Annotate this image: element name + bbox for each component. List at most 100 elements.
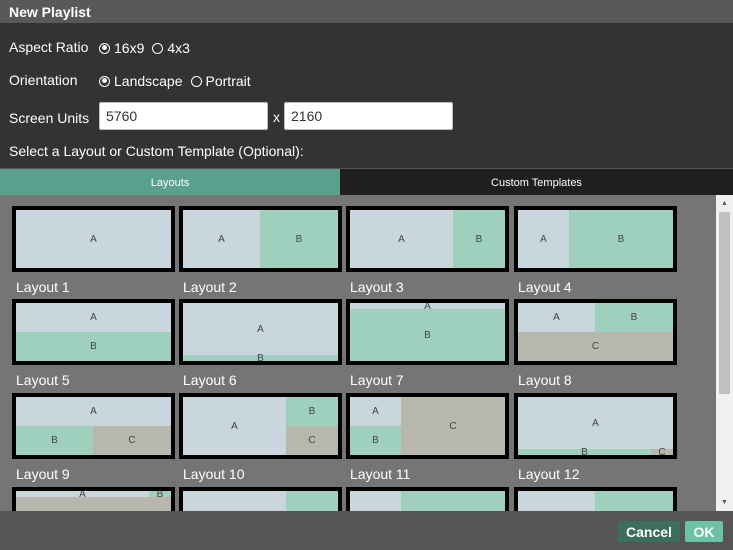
layout-grid: A Layout 1 A B Layout 2 A B Layout 3 A B… bbox=[0, 195, 716, 511]
layout-label: Layout 6 bbox=[183, 372, 237, 388]
zone-b: B bbox=[595, 303, 673, 332]
layout-card-3[interactable]: A B Layout 3 bbox=[346, 206, 509, 295]
screen-units-height-input[interactable] bbox=[284, 102, 453, 130]
zone-a: A bbox=[518, 210, 569, 268]
layout-label: Layout 2 bbox=[183, 279, 237, 295]
layout-grid-scrollbar[interactable]: ▲ ▼ bbox=[716, 195, 733, 511]
layout-thumbnail: A B bbox=[12, 299, 175, 365]
scroll-up-arrow-icon[interactable]: ▲ bbox=[716, 195, 733, 212]
zone-b: B bbox=[350, 426, 401, 455]
zone-b: B bbox=[453, 210, 505, 268]
zone-a: A bbox=[518, 303, 595, 332]
layout-thumbnail: A B bbox=[346, 299, 509, 365]
orientation-portrait-radio[interactable]: Portrait bbox=[190, 73, 251, 89]
radio-selected-icon bbox=[99, 75, 110, 87]
zone-c bbox=[16, 497, 171, 511]
layout-label: Layout 5 bbox=[16, 372, 70, 388]
layout-thumbnail: A B C bbox=[514, 299, 677, 365]
zone-a bbox=[518, 491, 595, 511]
layout-card-12[interactable]: A B C Layout 12 bbox=[514, 393, 677, 482]
orientation-label: Orientation bbox=[9, 72, 78, 88]
aspect-ratio-group: 16x9 4x3 bbox=[99, 40, 198, 56]
dialog-title-bar: New Playlist bbox=[0, 0, 733, 23]
layout-label: Layout 11 bbox=[350, 466, 411, 482]
layout-card-13[interactable]: A B bbox=[12, 487, 175, 511]
zone-b: B bbox=[286, 397, 338, 426]
ok-button[interactable]: OK bbox=[685, 521, 723, 542]
layout-label: Layout 12 bbox=[518, 466, 580, 482]
aspect-ratio-label: Aspect Ratio bbox=[9, 39, 89, 55]
zone-b: B bbox=[350, 309, 505, 361]
cancel-button[interactable]: Cancel bbox=[618, 521, 680, 542]
orientation-portrait-label: Portrait bbox=[205, 73, 251, 89]
zone-b: B bbox=[569, 210, 673, 268]
zone-a: A bbox=[16, 397, 171, 426]
scrollbar-thumb[interactable] bbox=[719, 212, 730, 394]
layout-card-7[interactable]: A B Layout 7 bbox=[346, 299, 509, 388]
layout-thumbnail: A B C bbox=[514, 393, 677, 459]
zone-b: B bbox=[183, 353, 338, 361]
orientation-group: Landscape Portrait bbox=[99, 73, 259, 89]
zone-b bbox=[286, 491, 338, 511]
zone-a: A bbox=[518, 397, 673, 449]
layout-card-16[interactable] bbox=[514, 487, 677, 511]
layout-card-6[interactable]: A B Layout 6 bbox=[179, 299, 342, 388]
aspect-4x3-label: 4x3 bbox=[167, 40, 190, 56]
orientation-landscape-label: Landscape bbox=[114, 73, 183, 89]
layout-card-9[interactable]: A B C Layout 9 bbox=[12, 393, 175, 482]
layout-label: Layout 8 bbox=[518, 372, 572, 388]
playlist-form: Aspect Ratio 16x9 4x3 Orientation Landsc… bbox=[0, 23, 733, 168]
dialog-title: New Playlist bbox=[9, 4, 91, 20]
layout-card-15[interactable] bbox=[346, 487, 509, 511]
layout-card-4[interactable]: A B Layout 4 bbox=[514, 206, 677, 295]
layout-thumbnail: A B bbox=[514, 206, 677, 272]
layout-label: Layout 7 bbox=[350, 372, 404, 388]
tab-custom-templates[interactable]: Custom Templates bbox=[340, 169, 733, 196]
orientation-landscape-radio[interactable]: Landscape bbox=[99, 73, 183, 89]
aspect-16x9-radio[interactable]: 16x9 bbox=[99, 40, 144, 56]
zone-b: B bbox=[16, 332, 171, 361]
layout-card-11[interactable]: A B C Layout 11 bbox=[346, 393, 509, 482]
zone-b: B bbox=[518, 447, 651, 455]
zone-b: B bbox=[16, 426, 93, 455]
aspect-16x9-label: 16x9 bbox=[114, 40, 145, 56]
layout-label: Layout 10 bbox=[183, 466, 245, 482]
layout-tabs: Layouts Custom Templates bbox=[0, 168, 733, 196]
layout-thumbnail: A B C bbox=[12, 393, 175, 459]
layout-label: Layout 3 bbox=[350, 279, 404, 295]
zone-a bbox=[183, 491, 286, 511]
radio-selected-icon bbox=[99, 42, 110, 54]
tab-layouts[interactable]: Layouts bbox=[0, 169, 340, 196]
layout-card-1[interactable]: A Layout 1 bbox=[12, 206, 175, 295]
scroll-down-arrow-icon[interactable]: ▼ bbox=[716, 494, 733, 511]
layout-card-2[interactable]: A B Layout 2 bbox=[179, 206, 342, 295]
zone-a: A bbox=[350, 397, 401, 426]
screen-units-label: Screen Units bbox=[9, 110, 90, 126]
layout-card-5[interactable]: A B Layout 5 bbox=[12, 299, 175, 388]
zone-a: A bbox=[16, 210, 171, 268]
zone-c: C bbox=[401, 397, 505, 455]
select-layout-prompt: Select a Layout or Custom Template (Opti… bbox=[9, 143, 304, 159]
screen-units-separator: x bbox=[273, 109, 280, 125]
layout-card-10[interactable]: A B C Layout 10 bbox=[179, 393, 342, 482]
layout-thumbnail: A B bbox=[12, 487, 175, 511]
layout-card-14[interactable] bbox=[179, 487, 342, 511]
zone-b bbox=[401, 491, 505, 511]
zone-a: A bbox=[183, 303, 338, 355]
layout-thumbnail: A B bbox=[179, 206, 342, 272]
screen-units-width-input[interactable] bbox=[99, 102, 268, 130]
zone-c: C bbox=[651, 447, 673, 455]
layout-thumbnail: A B C bbox=[179, 393, 342, 459]
zone-a bbox=[350, 491, 401, 511]
layout-thumbnail: A bbox=[12, 206, 175, 272]
layout-label: Layout 1 bbox=[16, 279, 70, 295]
zone-a: A bbox=[183, 397, 286, 455]
layout-thumbnail: A B C bbox=[346, 393, 509, 459]
layout-card-8[interactable]: A B C Layout 8 bbox=[514, 299, 677, 388]
aspect-4x3-radio[interactable]: 4x3 bbox=[152, 40, 190, 56]
zone-b bbox=[595, 491, 673, 511]
zone-a: A bbox=[350, 210, 453, 268]
layout-thumbnail bbox=[514, 487, 677, 511]
layout-label: Layout 4 bbox=[518, 279, 572, 295]
dialog-footer: Cancel OK bbox=[0, 511, 733, 550]
